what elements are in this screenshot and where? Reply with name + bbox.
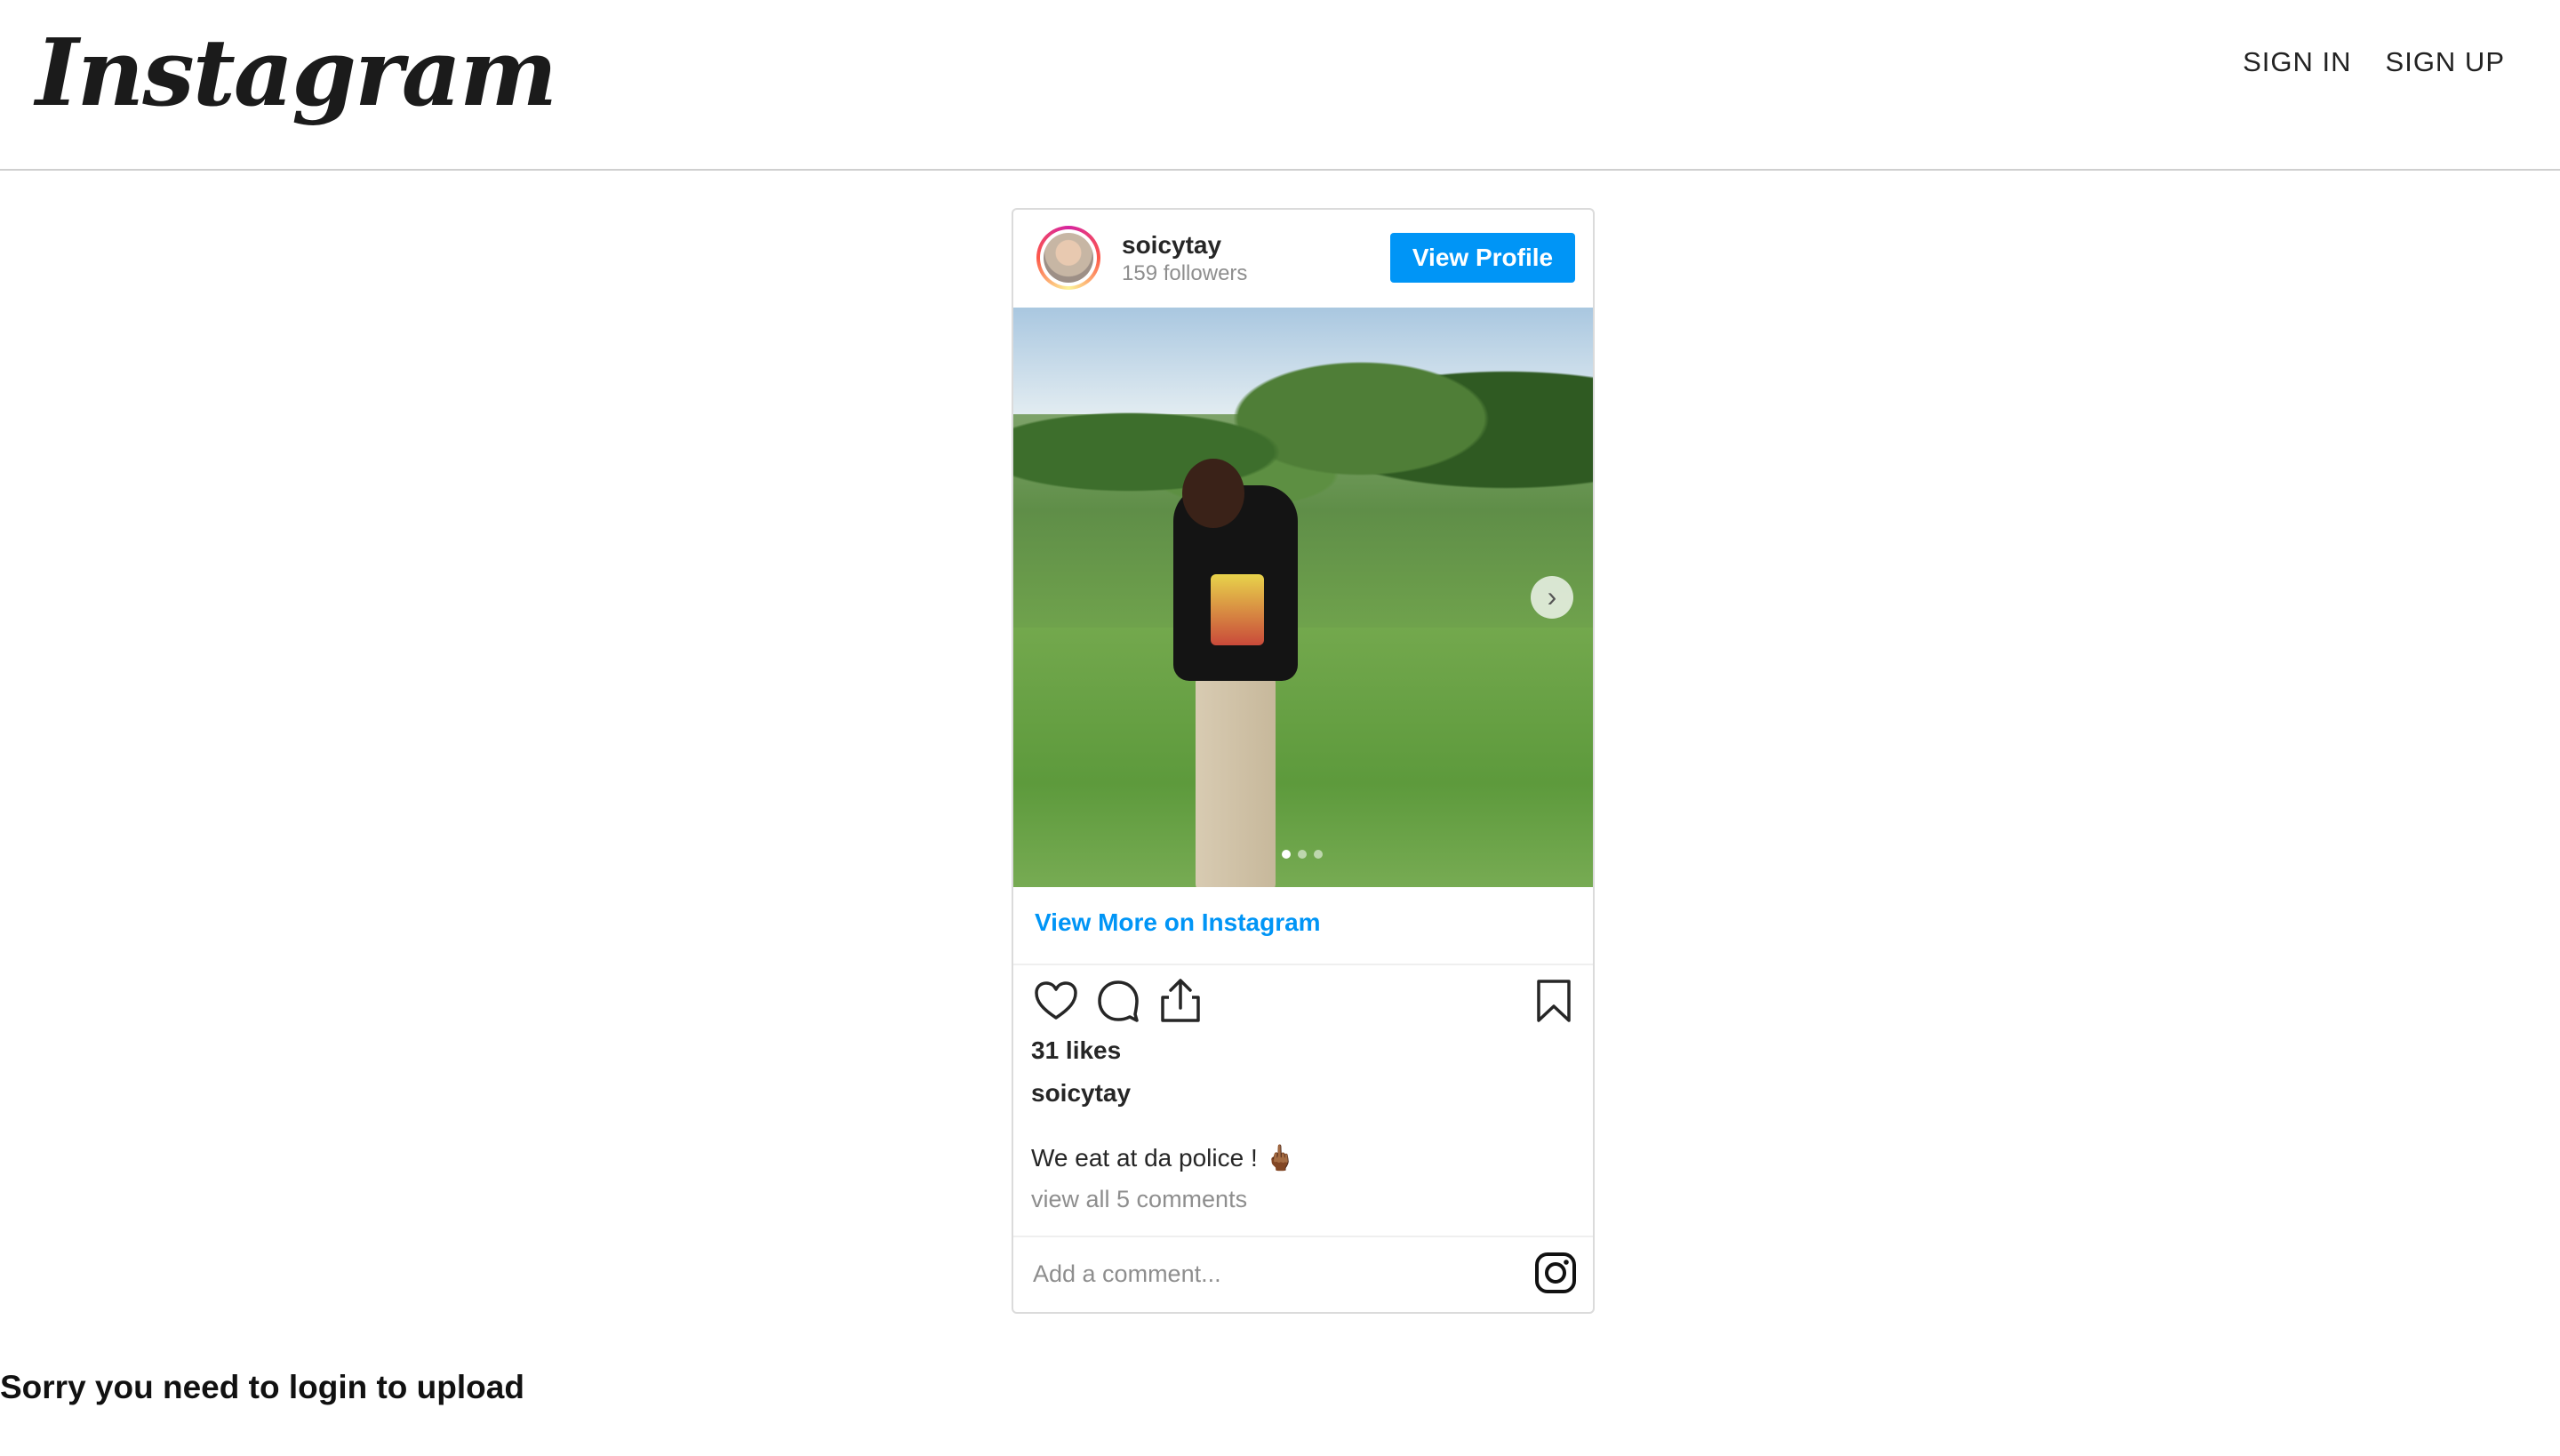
save-button[interactable] [1527,974,1580,1028]
comment-button[interactable] [1092,974,1145,1028]
sign-in-link[interactable]: SIGN IN [2243,46,2351,78]
photo-person-head [1182,459,1244,528]
instagram-glyph-icon[interactable] [1534,1252,1577,1294]
login-required-message: Sorry you need to login to upload [0,1369,524,1405]
divider [1013,964,1593,965]
carousel-dots [1282,850,1323,859]
chevron-right-icon: › [1547,580,1557,612]
avatar-frame [1040,229,1097,286]
view-profile-button[interactable]: View Profile [1390,233,1575,283]
instagram-camera-icon [1535,1252,1576,1293]
photo-trees [1013,352,1593,574]
heart-icon [1035,981,1077,1020]
carousel-dot [1298,850,1307,859]
like-button[interactable] [1029,974,1083,1028]
carousel-next-button[interactable]: › [1531,576,1573,619]
logo-wordmark: Instagram [36,18,557,127]
post-photo[interactable]: › [1013,308,1593,887]
post-caption: We eat at da police ! 🖕🏾 [1031,1144,1296,1172]
share-icon [1161,979,1200,1022]
instagram-post-embed: soicytay 159 followers View Profile › Vi… [1012,208,1595,1314]
share-button[interactable] [1154,974,1207,1028]
photo-shirt-graphic [1211,574,1264,645]
post-header: soicytay 159 followers View Profile [1013,210,1593,308]
post-username[interactable]: soicytay [1122,231,1221,260]
auth-nav: SIGN IN SIGN UP [2243,46,2505,78]
follower-count: 159 followers [1122,261,1248,285]
divider [1013,1236,1593,1237]
caption-username[interactable]: soicytay [1031,1079,1131,1108]
instagram-logo[interactable]: Instagram [30,16,557,140]
post-actions [1029,974,1580,1036]
view-more-link[interactable]: View More on Instagram [1035,908,1321,937]
avatar[interactable] [1036,226,1100,290]
carousel-dot-active [1282,850,1291,859]
photo-person-legs [1196,672,1276,887]
top-header: Instagram SIGN IN SIGN UP [0,0,2560,171]
bookmark-icon [1537,980,1571,1022]
carousel-dot [1314,850,1323,859]
photo-grass [1013,628,1593,887]
like-count: 31 likes [1031,1036,1122,1064]
view-comments-link[interactable]: view all 5 comments [1031,1186,1247,1213]
sign-up-link[interactable]: SIGN UP [2386,46,2505,78]
comment-input[interactable] [1031,1246,1515,1301]
avatar-image [1044,233,1093,283]
comment-icon [1098,980,1139,1022]
